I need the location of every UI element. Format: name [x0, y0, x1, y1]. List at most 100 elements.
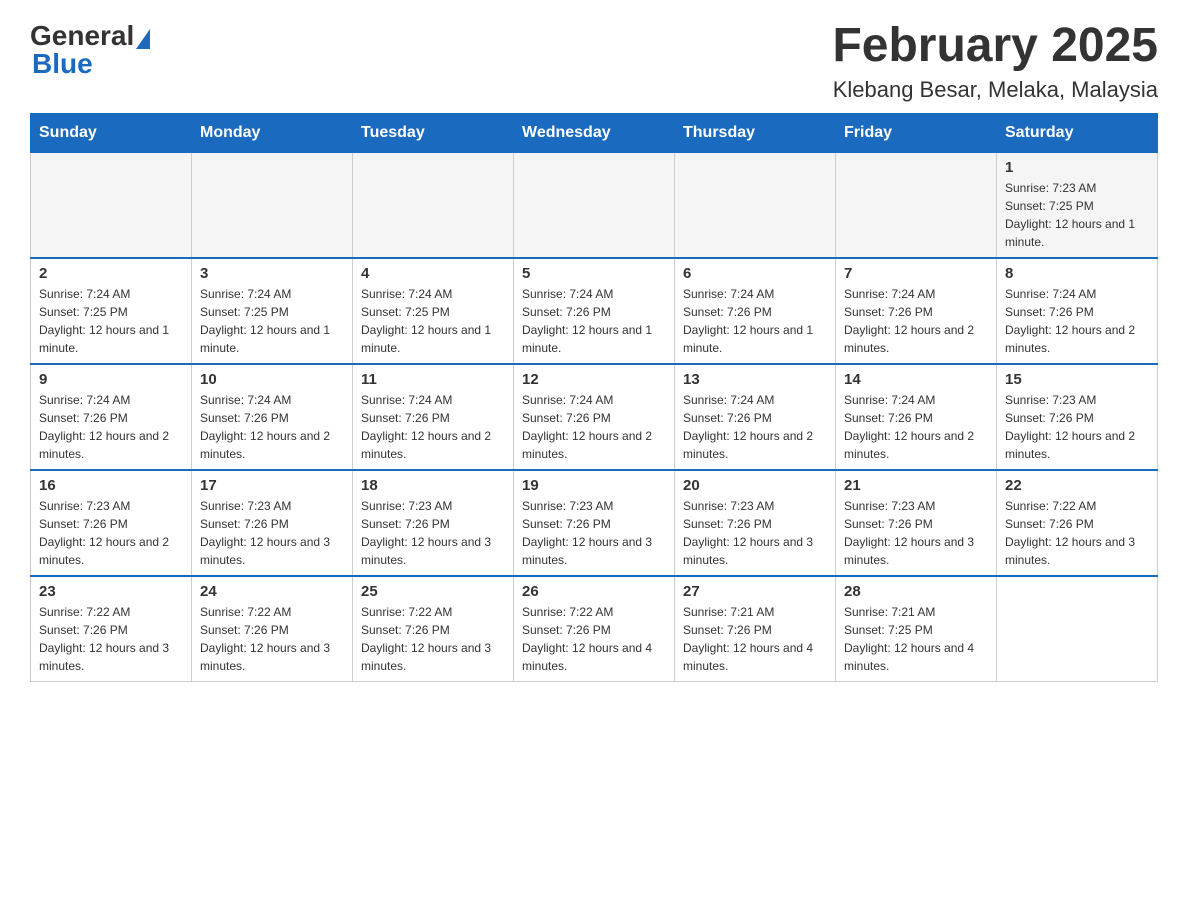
day-info: Sunrise: 7:21 AMSunset: 7:25 PMDaylight:…	[844, 603, 988, 675]
page-title: February 2025	[832, 20, 1158, 73]
day-number: 20	[683, 477, 827, 494]
day-number: 14	[844, 371, 988, 388]
day-number: 24	[200, 583, 344, 600]
day-number: 19	[522, 477, 666, 494]
day-info: Sunrise: 7:24 AMSunset: 7:26 PMDaylight:…	[200, 391, 344, 463]
calendar-header: SundayMondayTuesdayWednesdayThursdayFrid…	[31, 113, 1158, 152]
calendar-day-cell: 24 Sunrise: 7:22 AMSunset: 7:26 PMDayligh…	[192, 576, 353, 682]
calendar-week-row: 1Sunrise: 7:23 AMSunset: 7:25 PMDaylight…	[31, 152, 1158, 258]
day-of-week-header: Wednesday	[514, 113, 675, 152]
calendar-day-cell: 18 Sunrise: 7:23 AMSunset: 7:26 PMDayligh…	[353, 470, 514, 576]
calendar-day-cell: 12 Sunrise: 7:24 AMSunset: 7:26 PMDayligh…	[514, 364, 675, 470]
calendar-day-cell: 7 Sunrise: 7:24 AMSunset: 7:26 PMDaylight…	[836, 258, 997, 364]
day-info: Sunrise: 7:24 AMSunset: 7:26 PMDaylight:…	[844, 285, 988, 357]
day-number: 9	[39, 371, 183, 388]
day-info: Sunrise: 7:23 AMSunset: 7:26 PMDaylight:…	[844, 497, 988, 569]
calendar-week-row: 2 Sunrise: 7:24 AMSunset: 7:25 PMDaylight…	[31, 258, 1158, 364]
calendar-day-cell: 26 Sunrise: 7:22 AMSunset: 7:26 PMDayligh…	[514, 576, 675, 682]
day-of-week-header: Friday	[836, 113, 997, 152]
logo: General Blue	[30, 20, 150, 80]
calendar-week-row: 16 Sunrise: 7:23 AMSunset: 7:26 PMDayligh…	[31, 470, 1158, 576]
day-number: 26	[522, 583, 666, 600]
day-info: Sunrise: 7:24 AMSunset: 7:26 PMDaylight:…	[683, 391, 827, 463]
day-number: 2	[39, 265, 183, 282]
day-number: 21	[844, 477, 988, 494]
calendar-day-cell	[675, 152, 836, 258]
day-info: Sunrise: 7:24 AMSunset: 7:26 PMDaylight:…	[522, 391, 666, 463]
day-info: Sunrise: 7:22 AMSunset: 7:26 PMDaylight:…	[39, 603, 183, 675]
calendar-day-cell	[997, 576, 1158, 682]
day-info: Sunrise: 7:24 AMSunset: 7:25 PMDaylight:…	[39, 285, 183, 357]
day-info: Sunrise: 7:24 AMSunset: 7:26 PMDaylight:…	[844, 391, 988, 463]
calendar-day-cell: 21 Sunrise: 7:23 AMSunset: 7:26 PMDayligh…	[836, 470, 997, 576]
calendar-day-cell: 8Sunrise: 7:24 AMSunset: 7:26 PMDaylight…	[997, 258, 1158, 364]
page-header: General Blue February 2025 Klebang Besar…	[30, 20, 1158, 103]
day-info: Sunrise: 7:24 AMSunset: 7:26 PMDaylight:…	[361, 391, 505, 463]
day-number: 6	[683, 265, 827, 282]
calendar-day-cell: 2 Sunrise: 7:24 AMSunset: 7:25 PMDaylight…	[31, 258, 192, 364]
day-number: 22	[1005, 477, 1149, 494]
calendar-day-cell: 4 Sunrise: 7:24 AMSunset: 7:25 PMDaylight…	[353, 258, 514, 364]
calendar-day-cell: 28 Sunrise: 7:21 AMSunset: 7:25 PMDayligh…	[836, 576, 997, 682]
calendar-day-cell: 23 Sunrise: 7:22 AMSunset: 7:26 PMDayligh…	[31, 576, 192, 682]
calendar-body: 1Sunrise: 7:23 AMSunset: 7:25 PMDaylight…	[31, 152, 1158, 681]
day-info: Sunrise: 7:24 AMSunset: 7:26 PMDaylight:…	[683, 285, 827, 357]
day-info: Sunrise: 7:23 AMSunset: 7:26 PMDaylight:…	[522, 497, 666, 569]
calendar-day-cell: 14 Sunrise: 7:24 AMSunset: 7:26 PMDayligh…	[836, 364, 997, 470]
day-number: 12	[522, 371, 666, 388]
day-info: Sunrise: 7:23 AMSunset: 7:26 PMDaylight:…	[39, 497, 183, 569]
day-number: 27	[683, 583, 827, 600]
calendar-day-cell: 20 Sunrise: 7:23 AMSunset: 7:26 PMDayligh…	[675, 470, 836, 576]
day-info: Sunrise: 7:22 AMSunset: 7:26 PMDaylight:…	[1005, 497, 1149, 569]
day-info: Sunrise: 7:22 AMSunset: 7:26 PMDaylight:…	[522, 603, 666, 675]
calendar-day-cell: 5Sunrise: 7:24 AMSunset: 7:26 PMDaylight…	[514, 258, 675, 364]
day-of-week-header: Sunday	[31, 113, 192, 152]
day-number: 28	[844, 583, 988, 600]
calendar-day-cell	[514, 152, 675, 258]
calendar-day-cell: 17 Sunrise: 7:23 AMSunset: 7:26 PMDayligh…	[192, 470, 353, 576]
calendar-table: SundayMondayTuesdayWednesdayThursdayFrid…	[30, 113, 1158, 682]
day-info: Sunrise: 7:21 AMSunset: 7:26 PMDaylight:…	[683, 603, 827, 675]
calendar-day-cell: 3 Sunrise: 7:24 AMSunset: 7:25 PMDaylight…	[192, 258, 353, 364]
day-number: 18	[361, 477, 505, 494]
day-info: Sunrise: 7:23 AMSunset: 7:26 PMDaylight:…	[683, 497, 827, 569]
day-number: 15	[1005, 371, 1149, 388]
day-info: Sunrise: 7:24 AMSunset: 7:26 PMDaylight:…	[522, 285, 666, 357]
days-of-week-row: SundayMondayTuesdayWednesdayThursdayFrid…	[31, 113, 1158, 152]
day-info: Sunrise: 7:23 AMSunset: 7:26 PMDaylight:…	[200, 497, 344, 569]
day-number: 3	[200, 265, 344, 282]
calendar-day-cell: 19 Sunrise: 7:23 AMSunset: 7:26 PMDayligh…	[514, 470, 675, 576]
calendar-day-cell: 1Sunrise: 7:23 AMSunset: 7:25 PMDaylight…	[997, 152, 1158, 258]
calendar-day-cell: 25Sunrise: 7:22 AMSunset: 7:26 PMDayligh…	[353, 576, 514, 682]
calendar-day-cell: 22 Sunrise: 7:22 AMSunset: 7:26 PMDayligh…	[997, 470, 1158, 576]
calendar-week-row: 9 Sunrise: 7:24 AMSunset: 7:26 PMDaylight…	[31, 364, 1158, 470]
logo-triangle-icon	[136, 29, 150, 49]
day-info: Sunrise: 7:24 AMSunset: 7:25 PMDaylight:…	[361, 285, 505, 357]
day-of-week-header: Tuesday	[353, 113, 514, 152]
calendar-day-cell: 13Sunrise: 7:24 AMSunset: 7:26 PMDayligh…	[675, 364, 836, 470]
calendar-day-cell: 10Sunrise: 7:24 AMSunset: 7:26 PMDayligh…	[192, 364, 353, 470]
page-subtitle: Klebang Besar, Melaka, Malaysia	[832, 77, 1158, 103]
calendar-day-cell: 9Sunrise: 7:24 AMSunset: 7:26 PMDaylight…	[31, 364, 192, 470]
day-number: 8	[1005, 265, 1149, 282]
day-info: Sunrise: 7:23 AMSunset: 7:25 PMDaylight:…	[1005, 179, 1149, 251]
day-of-week-header: Saturday	[997, 113, 1158, 152]
calendar-day-cell	[31, 152, 192, 258]
calendar-day-cell	[836, 152, 997, 258]
calendar-day-cell	[353, 152, 514, 258]
day-number: 4	[361, 265, 505, 282]
day-number: 16	[39, 477, 183, 494]
day-info: Sunrise: 7:24 AMSunset: 7:25 PMDaylight:…	[200, 285, 344, 357]
calendar-week-row: 23 Sunrise: 7:22 AMSunset: 7:26 PMDayligh…	[31, 576, 1158, 682]
day-info: Sunrise: 7:22 AMSunset: 7:26 PMDaylight:…	[200, 603, 344, 675]
calendar-day-cell: 16 Sunrise: 7:23 AMSunset: 7:26 PMDayligh…	[31, 470, 192, 576]
calendar-day-cell	[192, 152, 353, 258]
day-number: 11	[361, 371, 505, 388]
day-of-week-header: Thursday	[675, 113, 836, 152]
day-number: 17	[200, 477, 344, 494]
day-info: Sunrise: 7:23 AMSunset: 7:26 PMDaylight:…	[361, 497, 505, 569]
calendar-day-cell: 27 Sunrise: 7:21 AMSunset: 7:26 PMDayligh…	[675, 576, 836, 682]
title-block: February 2025 Klebang Besar, Melaka, Mal…	[832, 20, 1158, 103]
day-number: 23	[39, 583, 183, 600]
day-number: 7	[844, 265, 988, 282]
